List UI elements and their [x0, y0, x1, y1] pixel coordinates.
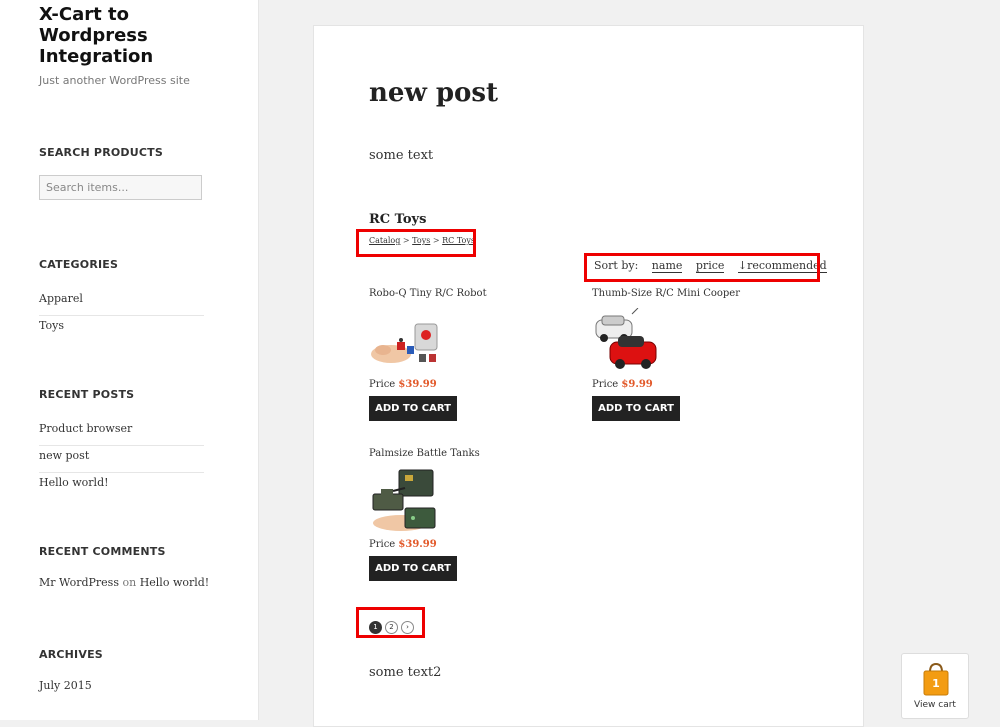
- post-text: some text: [369, 148, 434, 163]
- category-item-apparel: Apparel: [39, 289, 204, 316]
- categories-list: Apparel Toys: [39, 289, 204, 343]
- view-cart-label: View cart: [914, 700, 956, 710]
- recent-post-link[interactable]: Hello world!: [39, 476, 109, 489]
- search-input[interactable]: [40, 176, 201, 199]
- recent-post-link[interactable]: new post: [39, 449, 89, 462]
- recent-post-link[interactable]: Product browser: [39, 422, 132, 435]
- view-cart-button[interactable]: 1 View cart: [901, 653, 969, 719]
- product-price: Price $39.99: [369, 539, 437, 550]
- site-description: Just another WordPress site: [39, 74, 190, 87]
- add-to-cart-button[interactable]: ADD TO CART: [369, 396, 457, 421]
- pagination-highlight-box: [356, 607, 425, 638]
- product-name[interactable]: Robo-Q Tiny R/C Robot: [369, 288, 569, 299]
- post-content: new post some text RC Toys Catalog > Toy…: [313, 25, 864, 727]
- product-image-mini-cooper[interactable]: [592, 308, 670, 374]
- price-label: Price: [369, 379, 396, 390]
- product-card: Thumb-Size R/C Mini Cooper Price $9.99 A…: [592, 288, 792, 421]
- recent-post-item: Hello world!: [39, 473, 204, 500]
- breadcrumb-highlight-box: [356, 229, 476, 257]
- sidebar: X-Cart to Wordpress Integration Just ano…: [0, 0, 259, 720]
- site-title[interactable]: X-Cart to Wordpress Integration: [39, 4, 239, 67]
- recent-post-item: Product browser: [39, 419, 204, 446]
- category-link[interactable]: Toys: [39, 319, 64, 332]
- price-amount: $39.99: [398, 379, 437, 390]
- search-products-heading: SEARCH PRODUCTS: [39, 146, 163, 159]
- recent-posts-list: Product browser new post Hello world!: [39, 419, 204, 500]
- product-name[interactable]: Palmsize Battle Tanks: [369, 448, 569, 459]
- product-name[interactable]: Thumb-Size R/C Mini Cooper: [592, 288, 792, 299]
- add-to-cart-button[interactable]: ADD TO CART: [592, 396, 680, 421]
- add-to-cart-button[interactable]: ADD TO CART: [369, 556, 457, 581]
- comment-author[interactable]: Mr WordPress: [39, 576, 119, 589]
- price-label: Price: [369, 539, 396, 550]
- category-link[interactable]: Apparel: [39, 292, 83, 305]
- post-title: new post: [369, 78, 499, 108]
- categories-heading: CATEGORIES: [39, 258, 119, 271]
- recent-comment: Mr WordPress on Hello world!: [39, 576, 209, 589]
- price-amount: $9.99: [621, 379, 653, 390]
- product-card: Robo-Q Tiny R/C Robot Price $39.99 ADD T…: [369, 288, 569, 421]
- cart-count: 1: [932, 677, 940, 690]
- product-price: Price $9.99: [592, 379, 653, 390]
- product-price: Price $39.99: [369, 379, 437, 390]
- sort-highlight-box: [584, 253, 820, 282]
- product-image-battle-tanks[interactable]: [369, 468, 447, 534]
- recent-comments-heading: RECENT COMMENTS: [39, 545, 166, 558]
- comment-on-label: on: [122, 576, 137, 589]
- category-title: RC Toys: [369, 212, 427, 227]
- comment-post-link[interactable]: Hello world!: [140, 576, 210, 589]
- product-card: Palmsize Battle Tanks Price $39.99 ADD T…: [369, 448, 569, 581]
- product-image-robot[interactable]: [369, 308, 447, 374]
- recent-posts-heading: RECENT POSTS: [39, 388, 135, 401]
- archive-item[interactable]: July 2015: [39, 679, 92, 692]
- recent-post-item: new post: [39, 446, 204, 473]
- price-label: Price: [592, 379, 619, 390]
- category-item-toys: Toys: [39, 316, 204, 343]
- post-text-2: some text2: [369, 665, 442, 680]
- search-box: [39, 175, 202, 200]
- price-amount: $39.99: [398, 539, 437, 550]
- archives-heading: ARCHIVES: [39, 648, 103, 661]
